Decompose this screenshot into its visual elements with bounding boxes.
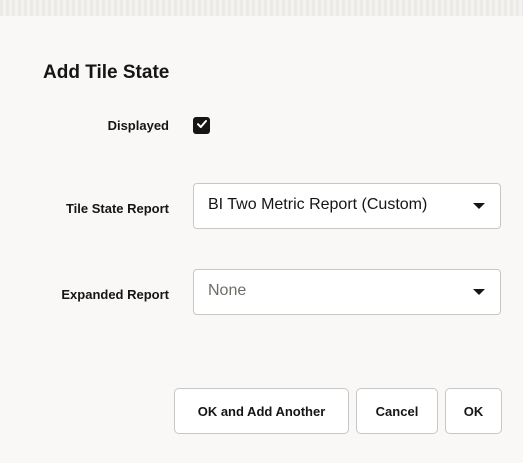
tile-state-report-value: BI Two Metric Report (Custom) xyxy=(208,196,428,213)
expanded-report-label: Expanded Report xyxy=(61,287,169,302)
tile-state-report-label: Tile State Report xyxy=(65,201,169,216)
ok-and-add-another-button[interactable]: OK and Add Another xyxy=(174,388,349,434)
ok-button[interactable]: OK xyxy=(445,388,502,434)
displayed-label: Displayed xyxy=(107,118,169,133)
dialog-top-edge xyxy=(0,0,523,16)
chevron-down-icon[interactable] xyxy=(473,289,485,295)
dialog-title: Add Tile State xyxy=(43,62,170,83)
checkmark-icon xyxy=(196,117,208,135)
expanded-report-select[interactable]: None xyxy=(193,269,501,315)
cancel-button[interactable]: Cancel xyxy=(356,388,438,434)
chevron-down-icon[interactable] xyxy=(473,203,485,209)
expanded-report-value: None xyxy=(208,282,247,299)
tile-state-report-select[interactable]: BI Two Metric Report (Custom) xyxy=(193,183,501,229)
displayed-checkbox[interactable] xyxy=(193,117,210,134)
add-tile-state-dialog: Add Tile State Displayed Tile State Repo… xyxy=(0,0,523,463)
